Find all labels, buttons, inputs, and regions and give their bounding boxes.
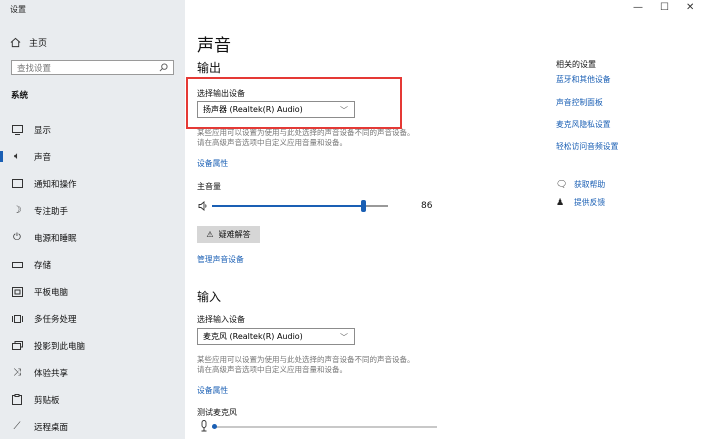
ease-of-access-audio-link[interactable]: 轻松访问音频设置	[556, 141, 618, 152]
sidebar-item-label: 电源和睡眠	[34, 233, 77, 244]
storage-icon	[11, 259, 23, 271]
clipboard-icon	[11, 394, 23, 406]
input-select-label: 选择输入设备	[197, 315, 245, 324]
sidebar-item-multitasking[interactable]: 多任务处理	[0, 305, 185, 332]
home-link[interactable]: 主页	[10, 34, 47, 50]
home-icon	[10, 37, 21, 47]
bluetooth-devices-link[interactable]: 蓝牙和其他设备	[556, 74, 611, 85]
sidebar-item-clipboard[interactable]: 剪贴板	[0, 386, 185, 413]
manage-sound-devices-link[interactable]: 管理声音设备	[197, 254, 244, 265]
microphone-icon	[201, 420, 207, 432]
sidebar-item-label: 投影到此电脑	[34, 341, 86, 352]
app-title: 设置	[10, 5, 26, 14]
sidebar-item-power[interactable]: ⏻ 电源和睡眠	[0, 224, 185, 251]
get-help-label: 获取帮助	[574, 180, 606, 189]
slider-track	[363, 205, 388, 207]
troubleshoot-button[interactable]: ⚠ 疑难解答	[197, 226, 260, 243]
slider-fill	[212, 205, 363, 207]
sidebar-item-notifications[interactable]: 通知和操作	[0, 170, 185, 197]
output-description: 某些应用可以设置为使用与此处选择的声音设备不同的声音设备。 请在高级声音选项中自…	[197, 128, 447, 148]
remote-icon: ⟋	[13, 421, 21, 432]
slider-thumb[interactable]	[361, 200, 366, 212]
notification-icon	[11, 178, 23, 190]
search-placeholder: 查找设置	[17, 63, 52, 74]
meter-level	[212, 424, 217, 429]
sidebar-item-label: 存储	[34, 260, 52, 271]
input-device-dropdown[interactable]: 麦克风 (Realtek(R) Audio) ﹀	[197, 328, 355, 345]
tablet-icon	[11, 286, 23, 298]
moon-icon: ☽	[12, 205, 22, 216]
sidebar-item-label: 专注助手	[34, 206, 69, 217]
minimize-button[interactable]: —	[633, 2, 643, 18]
troubleshoot-label: 疑难解答	[218, 230, 251, 239]
search-input[interactable]: 查找设置	[11, 60, 174, 75]
sidebar-nav: 显示 🔈︎ 声音 通知和操作 ☽ 专注助手 ⏻ 电源和睡眠 存储 平板电脑 多任…	[0, 116, 185, 440]
test-microphone-label: 测试麦克风	[197, 408, 237, 417]
chevron-down-icon: ﹀	[340, 333, 348, 342]
microphone-privacy-link[interactable]: 麦克风隐私设置	[556, 119, 611, 130]
input-device-value: 麦克风 (Realtek(R) Audio)	[203, 332, 303, 341]
sidebar-item-storage[interactable]: 存储	[0, 251, 185, 278]
output-device-properties-link[interactable]: 设备属性	[197, 158, 228, 169]
search-icon	[159, 63, 168, 72]
home-label: 主页	[29, 38, 48, 49]
sound-control-panel-link[interactable]: 声音控制面板	[556, 97, 603, 108]
give-feedback-label: 提供反馈	[574, 198, 606, 207]
speaker-icon: 🔈︎	[14, 151, 20, 162]
sidebar-item-label: 显示	[34, 125, 52, 136]
volume-value: 86	[421, 201, 433, 211]
related-settings-heading: 相关的设置	[556, 60, 596, 69]
page-title: 声音	[197, 36, 231, 56]
sidebar-item-remote-desktop[interactable]: ⟋ 远程桌面	[0, 413, 185, 440]
section-label: 系统	[11, 91, 29, 101]
monitor-icon	[11, 124, 23, 136]
warning-icon: ⚠	[206, 230, 214, 239]
sidebar-item-label: 声音	[34, 152, 52, 163]
sidebar-item-tablet[interactable]: 平板电脑	[0, 278, 185, 305]
maximize-button[interactable]: ☐	[660, 2, 669, 18]
highlight-box	[186, 77, 402, 129]
sidebar-item-sound[interactable]: 🔈︎ 声音	[0, 143, 185, 170]
sidebar: 设置 主页 查找设置 系统 显示 🔈︎ 声音 通知和操作 ☽ 专注助手 ⏻ 电源…	[0, 0, 185, 439]
get-help-link[interactable]: 🗨︎ 获取帮助	[556, 179, 605, 190]
input-heading: 输入	[197, 290, 222, 304]
sidebar-item-label: 远程桌面	[34, 422, 69, 433]
help-icon: 🗨︎	[556, 179, 568, 190]
sidebar-item-label: 平板电脑	[34, 287, 69, 298]
output-heading: 输出	[197, 61, 222, 75]
projector-icon	[11, 340, 23, 352]
power-icon: ⏻	[13, 232, 21, 243]
sidebar-item-label: 体验共享	[34, 368, 69, 379]
sidebar-item-project[interactable]: 投影到此电脑	[0, 332, 185, 359]
input-description: 某些应用可以设置为使用与此处选择的声音设备不同的声音设备。 请在高级声音选项中自…	[197, 355, 447, 375]
input-description-line: 请在高级声音选项中自定义应用音量和设备。	[197, 365, 347, 374]
sidebar-item-shared-experiences[interactable]: ⤨ 体验共享	[0, 359, 185, 386]
output-description-line: 请在高级声音选项中自定义应用音量和设备。	[197, 138, 347, 147]
share-icon: ⤨	[13, 367, 21, 378]
close-button[interactable]: ✕	[686, 2, 694, 18]
give-feedback-link[interactable]: ♟︎ 提供反馈	[556, 197, 605, 208]
multitask-icon	[11, 313, 23, 325]
master-volume-label: 主音量	[197, 182, 221, 191]
output-description-line: 某些应用可以设置为使用与此处选择的声音设备不同的声音设备。	[197, 128, 415, 137]
meter-track	[212, 426, 437, 428]
microphone-level-meter	[198, 420, 438, 432]
feedback-icon: ♟︎	[556, 197, 565, 208]
sidebar-item-label: 剪贴板	[34, 395, 60, 406]
speaker-icon	[198, 201, 207, 211]
master-volume-slider[interactable]	[198, 200, 388, 212]
sidebar-item-focus-assist[interactable]: ☽ 专注助手	[0, 197, 185, 224]
input-description-line: 某些应用可以设置为使用与此处选择的声音设备不同的声音设备。	[197, 355, 415, 364]
sidebar-item-label: 通知和操作	[34, 179, 77, 190]
input-device-properties-link[interactable]: 设备属性	[197, 385, 228, 396]
sidebar-item-display[interactable]: 显示	[0, 116, 185, 143]
sidebar-item-label: 多任务处理	[34, 314, 77, 325]
